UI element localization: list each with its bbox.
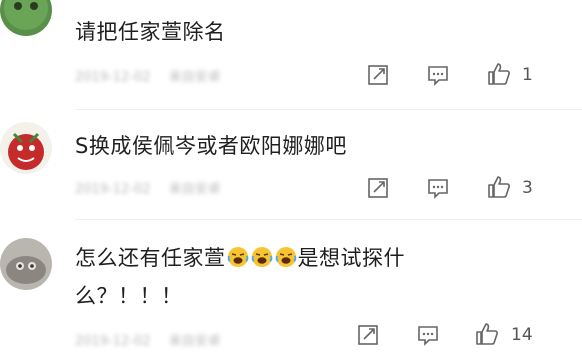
comment-meta: 2019-12-02 来自安卓 [75,66,235,85]
thumbs-up-icon[interactable] [486,174,510,198]
thumbs-up-icon[interactable] [486,61,510,85]
avatar[interactable] [0,238,52,290]
avatar[interactable] [0,122,52,174]
comment-text: 请把任家萱除名 [75,20,226,44]
comment-date: 2019-12-02 [75,70,151,85]
like-count: 3 [522,178,533,198]
avatar[interactable] [0,0,52,36]
comment-item-3: 怎么还有任家萱 是想试探什 么？！！！ 2019-12-02 来自安卓 14 [0,220,582,361]
comment-meta: 2019-12-02 来自安卓 [75,178,235,197]
comment-meta: 2019-12-02 来自安卓 [75,330,235,349]
comment-source: 来自安卓 [168,182,221,197]
crying-laugh-emoji-3 [275,245,297,267]
comment-date: 2019-12-02 [75,182,151,197]
comment-text-part2: 是想试探什 [297,246,405,270]
comment-text: 怎么还有任家萱 是想试探什 [75,242,405,274]
comment-text: S换成侯佩岑或者欧阳娜娜吧 [75,134,347,158]
comment-text-line2: 么？！！！ [75,284,183,308]
comment-icon[interactable] [426,63,450,87]
share-icon[interactable] [366,63,390,87]
comment-text-part1: 怎么还有任家萱 [75,246,226,270]
thumbs-up-icon[interactable] [474,321,498,345]
crying-laugh-emoji-1 [227,245,249,267]
like-count: 14 [511,325,533,345]
comment-icon[interactable] [426,176,450,200]
crying-laugh-emoji-2 [251,245,273,267]
share-icon[interactable] [366,176,390,200]
comment-date: 2019-12-02 [75,334,151,349]
comment-item-1: 请把任家萱除名 2019-12-02 来自安卓 1 [0,0,582,110]
comment-item-2: S换成侯佩岑或者欧阳娜娜吧 2019-12-02 来自安卓 3 [0,110,582,220]
like-count: 1 [522,65,533,85]
share-icon[interactable] [356,323,380,347]
comment-source: 来自安卓 [168,70,221,85]
comment-source: 来自安卓 [168,334,221,349]
comment-icon[interactable] [416,323,440,347]
